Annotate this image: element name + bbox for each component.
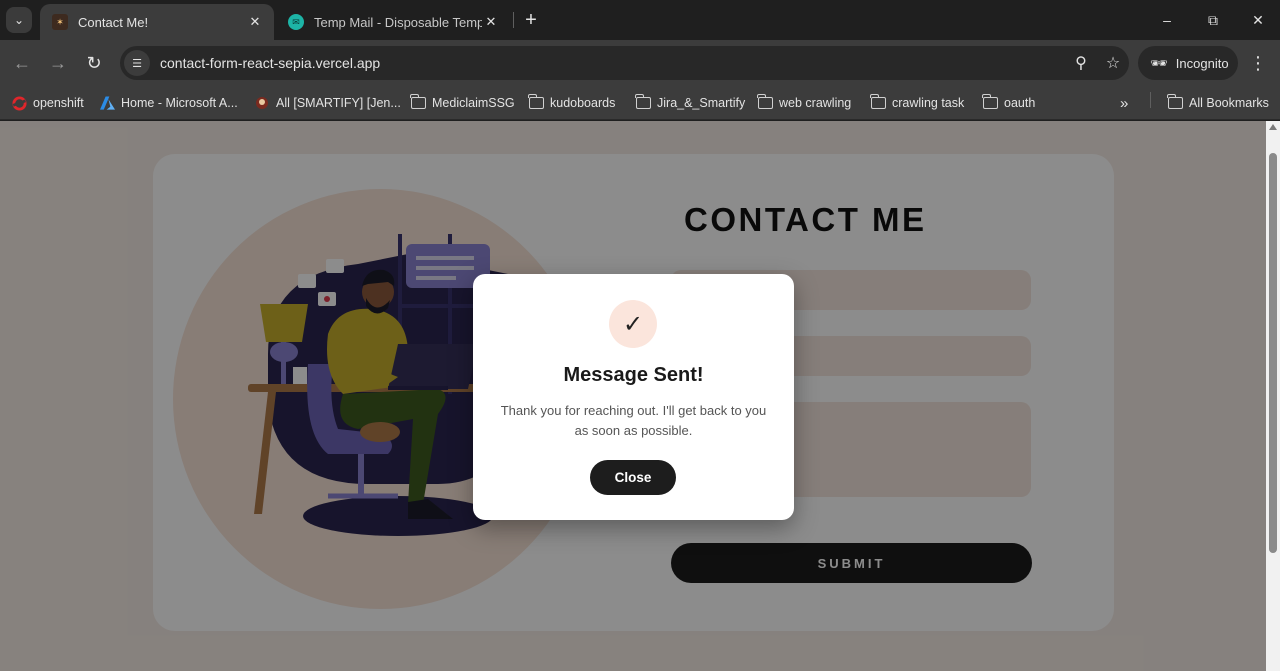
page-scrollbar[interactable] (1266, 121, 1280, 671)
incognito-badge[interactable]: 🕶 Incognito (1138, 46, 1238, 80)
bookmarks-bar: openshift Home - Microsoft A... All [SMA… (0, 86, 1280, 120)
page-viewport: CONTACT ME SUBMIT ✓ Message Sent! Thank … (0, 121, 1266, 671)
close-button[interactable]: Close (590, 460, 676, 495)
scroll-up-arrow-icon[interactable] (1269, 124, 1277, 130)
browser-toolbar: ← → ↻ ☰ contact-form-react-sepia.vercel.… (0, 40, 1280, 86)
url-text[interactable]: contact-form-react-sepia.vercel.app (160, 55, 1065, 71)
tab-divider (513, 12, 514, 28)
openshift-icon (11, 95, 27, 111)
dialog-message: Thank you for reaching out. I'll get bac… (500, 403, 767, 438)
folder-icon (528, 94, 544, 109)
bookmark-star-icon[interactable]: ☆ (1097, 50, 1129, 76)
bookmark-microsoft-azure[interactable]: Home - Microsoft A... (99, 93, 238, 113)
bookmark-label: All Bookmarks (1189, 96, 1269, 110)
incognito-label: Incognito (1175, 55, 1229, 71)
minimize-icon[interactable]: – (1152, 8, 1182, 32)
tab-temp-mail[interactable]: ✉ Temp Mail - Disposable Tempor ✕ (276, 4, 510, 40)
jenkins-icon (254, 96, 270, 110)
tab-contact-me[interactable]: ✶ Contact Me! ✕ (40, 4, 274, 40)
bookmark-folder-oauth[interactable]: oauth (982, 93, 1036, 113)
zoom-icon[interactable]: ⚲ (1065, 50, 1097, 76)
folder-icon (757, 94, 773, 109)
bookmark-label: openshift (33, 96, 84, 110)
scroll-thumb[interactable] (1269, 153, 1277, 553)
bookmark-folder-kudoboards[interactable]: kudoboards (528, 93, 616, 113)
folder-icon (635, 94, 651, 109)
bookmark-label: crawling task (892, 96, 965, 110)
reload-icon[interactable]: ↻ (82, 51, 106, 75)
bookmark-folder-web-crawling[interactable]: web crawling (757, 93, 852, 113)
bookmark-jenkins[interactable]: All [SMARTIFY] [Jen... (254, 93, 401, 113)
bookmark-label: Jira_&_Smartify (657, 96, 746, 110)
back-arrow-icon[interactable]: ← (10, 51, 34, 75)
kebab-menu-icon[interactable]: ⋮ (1246, 51, 1270, 75)
close-tab-icon[interactable]: ✕ (246, 14, 264, 30)
checkmark-icon: ✓ (609, 300, 657, 348)
incognito-icon: 🕶 (1150, 54, 1168, 71)
forward-arrow-icon[interactable]: → (46, 51, 70, 75)
success-dialog: ✓ Message Sent! Thank you for reaching o… (473, 274, 794, 520)
bookmarks-divider (1150, 92, 1151, 108)
folder-icon (982, 94, 998, 109)
bookmark-label: All [SMARTIFY] [Jen... (276, 96, 401, 110)
close-tab-icon[interactable]: ✕ (482, 14, 500, 30)
tab-strip: ⌄ ✶ Contact Me! ✕ ✉ Temp Mail - Disposab… (0, 0, 1280, 40)
bookmark-folder-mediclaimssg[interactable]: MediclaimSSG (410, 93, 515, 113)
bookmark-label: web crawling (779, 96, 852, 110)
bookmark-label: kudoboards (550, 96, 616, 110)
tempmail-favicon-icon: ✉ (288, 14, 304, 30)
folder-icon (410, 94, 426, 109)
bookmark-label: MediclaimSSG (432, 96, 515, 110)
tab-search-chevron-icon[interactable]: ⌄ (6, 7, 32, 33)
restore-icon[interactable]: ⧉ (1198, 8, 1228, 32)
bookmark-label: Home - Microsoft A... (121, 96, 238, 110)
tab-title: Contact Me! (78, 14, 149, 30)
contact-favicon-icon: ✶ (52, 14, 68, 30)
new-tab-icon[interactable]: + (519, 8, 543, 32)
bookmark-openshift[interactable]: openshift (11, 93, 84, 113)
bookmark-folder-crawling-task[interactable]: crawling task (870, 93, 965, 113)
bookmark-label: oauth (1004, 96, 1036, 110)
folder-icon (870, 94, 886, 109)
dialog-title: Message Sent! (563, 364, 704, 386)
tab-title: Temp Mail - Disposable Tempor (314, 14, 482, 30)
site-settings-icon[interactable]: ☰ (124, 50, 150, 76)
azure-icon (99, 96, 115, 110)
folder-icon (1167, 94, 1183, 109)
bookmarks-overflow-icon[interactable]: » (1120, 93, 1128, 113)
bookmark-folder-jira-smartify[interactable]: Jira_&_Smartify (635, 93, 746, 113)
all-bookmarks-button[interactable]: All Bookmarks (1167, 93, 1269, 113)
address-bar[interactable]: ☰ contact-form-react-sepia.vercel.app ⚲ … (120, 46, 1129, 80)
window-close-icon[interactable]: ✕ (1243, 8, 1273, 32)
